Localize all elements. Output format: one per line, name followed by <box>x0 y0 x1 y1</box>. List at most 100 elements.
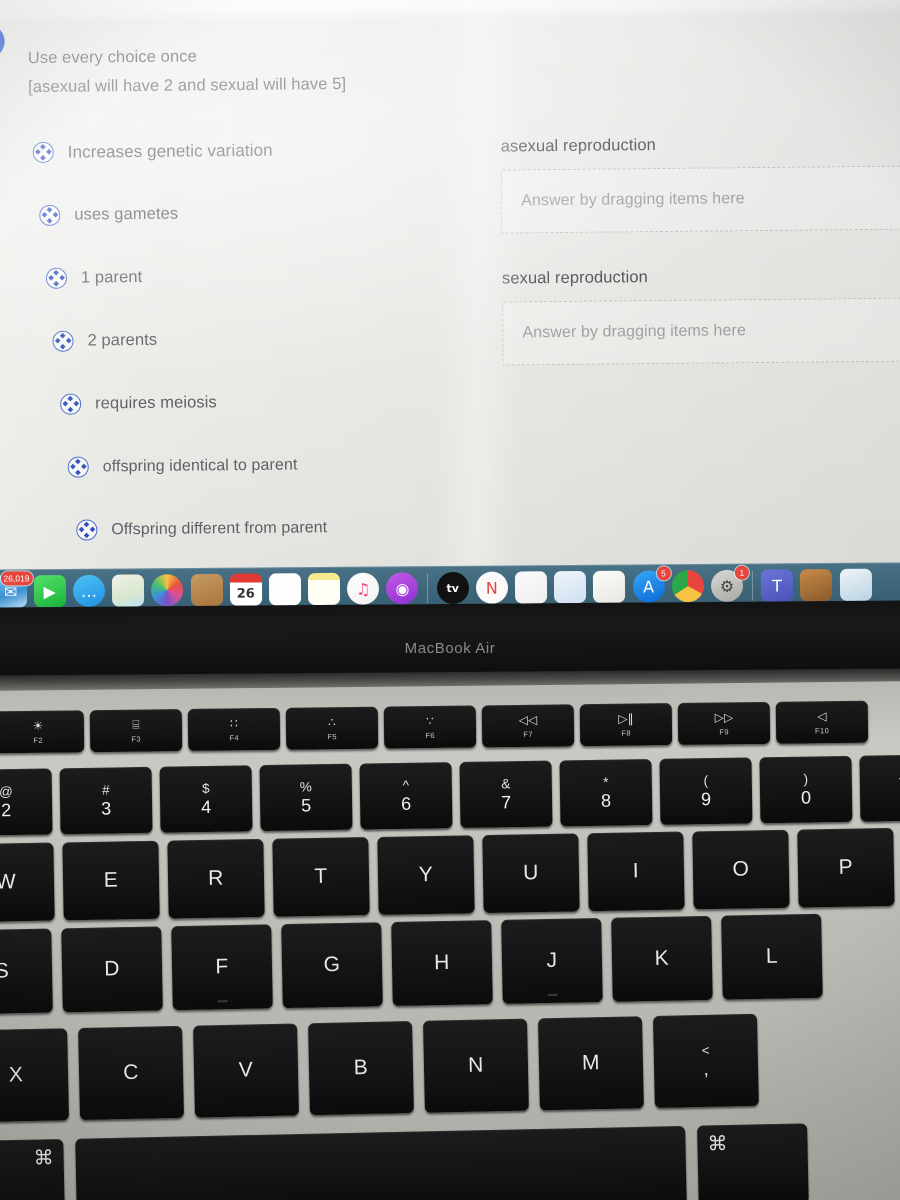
key-G[interactable]: G <box>281 922 383 1009</box>
key-label: F4 <box>229 732 239 742</box>
key-lower-label: 8 <box>600 790 612 811</box>
key-label: F7 <box>523 729 533 739</box>
key-lower-label: 9 <box>700 789 712 810</box>
key-S[interactable]: S <box>0 928 53 1015</box>
key-label: K <box>654 946 670 970</box>
key-D[interactable]: D <box>61 926 163 1013</box>
key-7[interactable]: & 7 <box>459 760 553 828</box>
key-label: L <box>765 944 779 968</box>
key-upper-label: ) <box>803 771 809 787</box>
key-2[interactable]: @2 <box>0 768 53 836</box>
key-O[interactable]: O <box>692 829 790 910</box>
key-3[interactable]: #3 <box>59 766 153 835</box>
key-label: Y <box>418 862 434 887</box>
key-rewind[interactable]: ◁◁ F7 <box>481 704 575 748</box>
tactile-bump <box>547 993 558 997</box>
key-Y[interactable]: Y <box>377 835 475 915</box>
key-L[interactable]: L <box>721 913 823 1000</box>
key-I[interactable]: I <box>587 831 685 912</box>
command-icon: ⌘ <box>33 1145 54 1170</box>
launchpad-icon: ∷ <box>230 715 238 730</box>
key-label: D <box>103 957 121 981</box>
key-label: O <box>732 857 750 881</box>
key-spacebar[interactable] <box>75 1125 687 1200</box>
key-label: P <box>838 855 854 879</box>
key-label: B <box>353 1055 369 1080</box>
key-T[interactable]: T <box>272 837 370 917</box>
key-comma[interactable]: <, <box>652 1013 759 1108</box>
key-label: H <box>433 950 451 975</box>
key-label: T <box>314 864 328 889</box>
rewind-icon: ◁◁ <box>518 712 538 727</box>
key-label: N <box>467 1053 485 1077</box>
key-C[interactable]: C <box>78 1025 185 1121</box>
key-K[interactable]: K <box>611 915 713 1002</box>
laptop-keyboard: ☀ F2 ⌸ F3 ∷ F4 ∴ F5 ∵ F6 ◁◁ F7 ▷‖ F8 ▷▷ F9 ◁ F10 @2 #3 $4% 5… <box>0 0 900 1200</box>
key-mission-control[interactable]: ⌸ F3 <box>89 709 183 753</box>
key-lower-label: 3 <box>100 798 112 819</box>
key--[interactable]: —- <box>859 754 900 822</box>
key-B[interactable]: B <box>308 1021 414 1116</box>
key-upper-label: & <box>501 776 511 792</box>
key-lower-label: , <box>703 1058 709 1079</box>
key-0[interactable]: ) 0 <box>759 755 853 824</box>
key-lower-label: 7 <box>500 792 512 813</box>
key-R[interactable]: R <box>167 838 265 919</box>
key-5[interactable]: % 5 <box>259 763 353 832</box>
key-label: U <box>522 861 540 885</box>
key-U[interactable]: U <box>482 833 580 914</box>
key-label: W <box>0 870 17 894</box>
key-6[interactable]: ^ 6 <box>359 762 453 830</box>
photo-of-laptop: Use every choice once [asexual will have… <box>0 0 900 1200</box>
function-key-row: ☀ F2 ⌸ F3 ∷ F4 ∴ F5 ∵ F6 ◁◁ F7 ▷‖ F8 ▷▷ F9 ◁ F10 <box>0 700 874 754</box>
key-label: F3 <box>131 734 141 744</box>
number-key-row: @2#3$4%5^6&7*8(9)0—- <box>0 754 900 836</box>
key-P[interactable]: P <box>797 827 895 908</box>
bottom-letter-key-row: X C V B N M <, <box>0 1013 770 1123</box>
key-V[interactable]: V <box>193 1023 299 1118</box>
key-command-right[interactable]: ⌘ <box>697 1123 809 1200</box>
key-label: I <box>632 859 640 883</box>
key-lower-label: 6 <box>400 793 412 814</box>
key-keyboard-backlight-down[interactable]: ∴ F5 <box>285 706 379 750</box>
key-keyboard-backlight-up[interactable]: ∵ F6 <box>383 705 477 749</box>
key-M[interactable]: M <box>537 1016 644 1111</box>
key-J[interactable]: J <box>501 917 603 1004</box>
mute-icon: ◁ <box>817 708 827 723</box>
key-brightness-up[interactable]: ☀ F2 <box>0 710 85 754</box>
spacebar-row: ⌘ ⌘ <box>0 1123 821 1200</box>
key-W[interactable]: W <box>0 842 55 923</box>
key-label: F9 <box>719 726 729 737</box>
key-E[interactable]: E <box>62 840 160 921</box>
key-mute[interactable]: ◁ F10 <box>775 700 869 744</box>
key-launchpad[interactable]: ∷ F4 <box>187 707 281 751</box>
key-N[interactable]: N <box>423 1018 529 1113</box>
key-label: F10 <box>814 725 830 735</box>
qwerty-key-row: W ER T Y U I O P <box>0 827 900 923</box>
keyboard-backlight-up-icon: ∵ <box>426 713 434 728</box>
key-X[interactable]: X <box>0 1028 70 1123</box>
play-pause-icon: ▷‖ <box>618 711 634 726</box>
key-upper-label: ( <box>703 773 709 789</box>
key-upper-label: < <box>701 1042 710 1058</box>
key-play-pause[interactable]: ▷‖ F8 <box>579 703 673 747</box>
key-lower-label: 4 <box>200 796 212 818</box>
home-key-row: S D FG H J K L <box>0 913 833 1015</box>
tactile-bump <box>217 1000 228 1003</box>
key-8[interactable]: * 8 <box>559 758 653 827</box>
key-label: F2 <box>33 735 43 745</box>
key-F[interactable]: F <box>171 924 273 1011</box>
key-H[interactable]: H <box>391 920 493 1006</box>
key-label: M <box>581 1051 601 1075</box>
key-label: F5 <box>327 731 337 741</box>
key-lower-label: 2 <box>1 800 12 821</box>
key-4[interactable]: $4 <box>159 765 253 833</box>
keyboard-backlight-down-icon: ∴ <box>328 714 336 729</box>
key-label: F6 <box>425 730 435 740</box>
key-command-left[interactable]: ⌘ <box>0 1138 65 1200</box>
key-upper-label: % <box>299 779 312 795</box>
key-fast-forward[interactable]: ▷▷ F9 <box>677 701 771 746</box>
key-upper-label: @ <box>0 784 13 800</box>
key-lower-label: 5 <box>300 795 312 816</box>
key-9[interactable]: (9 <box>659 757 753 825</box>
